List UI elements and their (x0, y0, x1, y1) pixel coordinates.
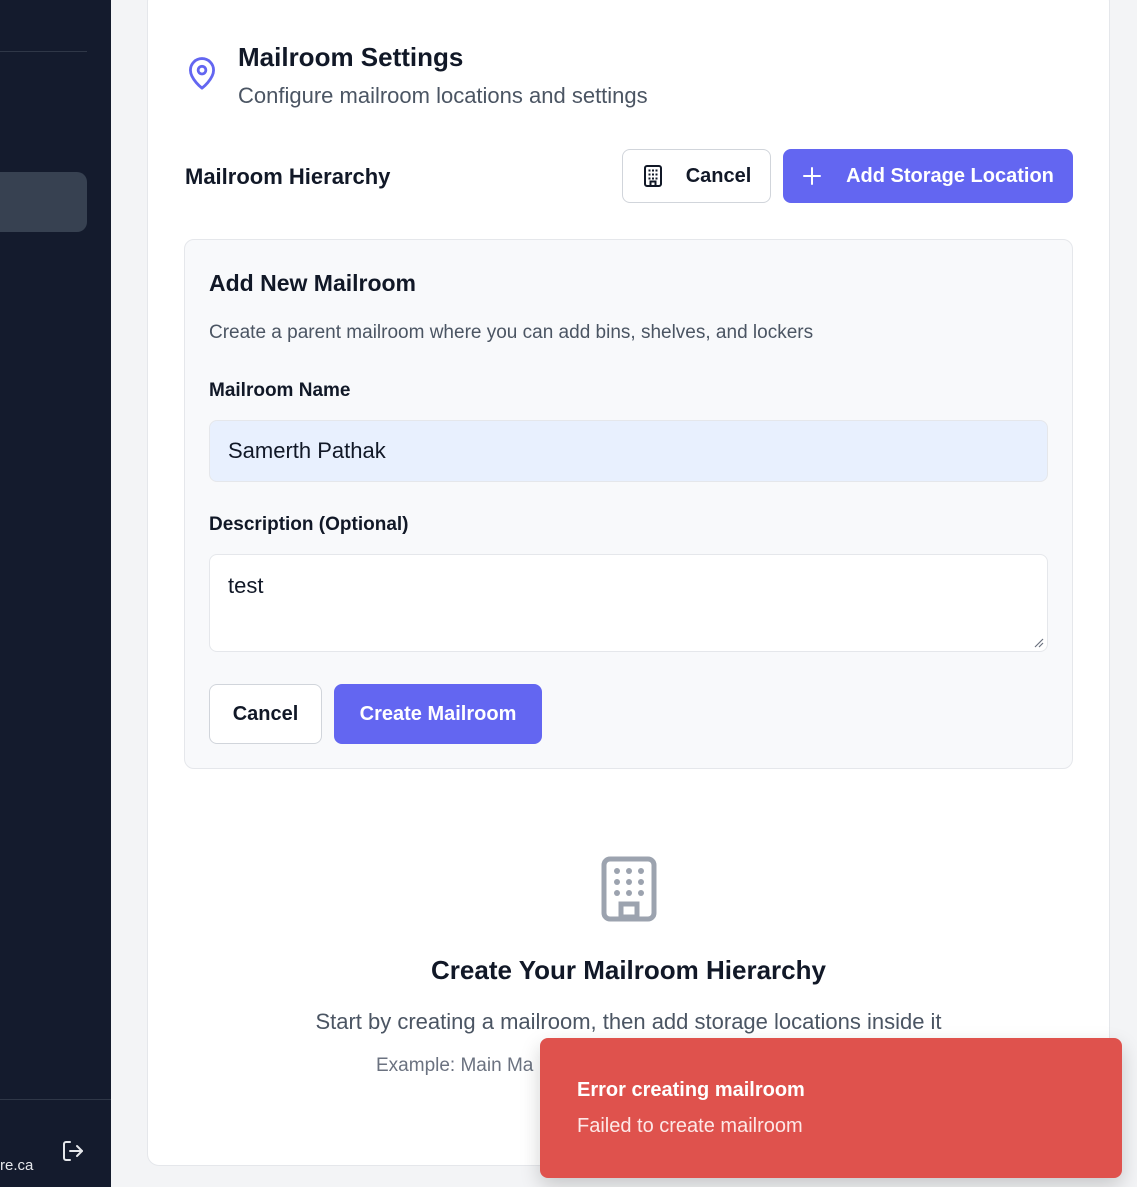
empty-state-title: Create Your Mailroom Hierarchy (431, 955, 826, 985)
header-cancel-button[interactable]: Cancel (622, 149, 771, 203)
sidebar-divider (0, 51, 87, 52)
add-storage-label: Add Storage Location (846, 164, 1054, 187)
sidebar-divider (0, 1099, 111, 1100)
resize-handle-icon[interactable] (1034, 638, 1044, 648)
form-description: Create a parent mailroom where you can a… (209, 322, 814, 343)
user-email: re.ca (0, 1157, 34, 1174)
hierarchy-title: Mailroom Hierarchy (185, 164, 391, 189)
toast-title: Error creating mailroom (577, 1079, 805, 1101)
toast-message: Failed to create mailroom (577, 1115, 803, 1137)
page-title: Mailroom Settings (238, 42, 464, 72)
building-icon (643, 165, 662, 187)
form-cancel-button[interactable]: Cancel (209, 684, 322, 744)
map-pin-icon (189, 57, 215, 90)
logout-icon[interactable] (61, 1139, 85, 1163)
mailroom-name-label: Mailroom Name (209, 380, 351, 401)
form-title: Add New Mailroom (209, 270, 417, 296)
empty-state-subtitle: Start by creating a mailroom, then add s… (315, 1009, 942, 1034)
sidebar: re.ca (0, 0, 111, 1187)
page-subtitle: Configure mailroom locations and setting… (238, 83, 648, 108)
header-cancel-label: Cancel (685, 164, 752, 187)
add-storage-location-button[interactable]: Add Storage Location (783, 149, 1073, 203)
description-textarea[interactable]: test (209, 554, 1048, 652)
building-icon (601, 856, 657, 922)
empty-state-example: Example: Main Ma (376, 1055, 534, 1076)
create-mailroom-button[interactable]: Create Mailroom (334, 684, 542, 744)
mailroom-name-input[interactable] (209, 420, 1048, 482)
plus-icon (803, 167, 822, 185)
sidebar-item-active[interactable] (0, 172, 87, 232)
error-toast[interactable]: Error creating mailroom Failed to create… (540, 1038, 1122, 1178)
description-label: Description (Optional) (209, 514, 409, 535)
